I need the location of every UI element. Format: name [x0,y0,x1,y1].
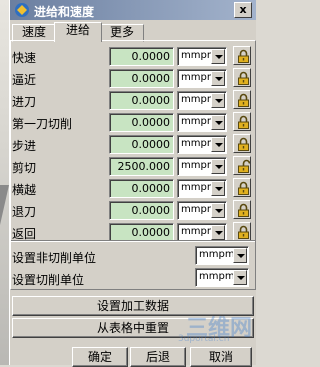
cut-units-row: 设置切削单位 mmpm [11,268,255,288]
feed-row: 第一刀切削 0.0000 mmpm [11,112,255,132]
feed-panel: 快速 0.0000 mmpm 逼近 0.0000 mmpm 进刀 0.0000 mmpm 第一刀切… [10,40,256,290]
cut-units-select[interactable]: mmpm [195,268,249,287]
feed-value-input[interactable]: 0.0000 [109,113,174,132]
lock-icon[interactable] [233,178,251,197]
feed-row: 返回 0.0000 mmpm [11,222,255,242]
feed-value-input[interactable]: 0.0000 [109,179,174,198]
chevron-down-icon[interactable] [233,248,247,263]
feed-row: 逼近 0.0000 mmpm [11,68,255,88]
lock-icon[interactable] [233,90,251,109]
non-cut-units-select[interactable]: mmpm [195,246,249,265]
unlock-icon[interactable] [233,156,251,175]
non-cut-units-value: mmpm [199,249,235,260]
feed-unit-select[interactable]: mmpm [177,47,227,66]
feed-row: 剪切 2500.000 mmpm [11,156,255,176]
feed-row-label: 步进 [12,139,37,153]
separator [11,240,255,242]
chevron-down-icon[interactable] [211,225,225,240]
lock-icon[interactable] [233,68,251,87]
lock-icon[interactable] [233,134,251,153]
feed-row-label: 第一刀切削 [12,117,73,131]
feed-value-input[interactable]: 0.0000 [109,47,174,66]
viewport-shape [0,185,9,225]
cancel-button[interactable]: 取消 [190,347,252,367]
feed-value-input[interactable]: 0.0000 [109,69,174,88]
close-button[interactable]: x [234,2,252,18]
feed-row-label: 逼近 [12,73,37,87]
feed-row: 进刀 0.0000 mmpm [11,90,255,110]
chevron-down-icon[interactable] [211,115,225,130]
feed-row-label: 进刀 [12,95,37,109]
lock-icon[interactable] [233,112,251,131]
feed-value-input[interactable]: 0.0000 [109,201,174,220]
tab-feed[interactable]: 进给 [54,22,102,42]
feed-unit-select[interactable]: mmpm [177,157,227,176]
reset-from-table-button[interactable]: 从表格中重置 [12,318,254,338]
chevron-down-icon[interactable] [211,181,225,196]
feeds-speeds-dialog: 进给和速度 x 速度 进给 更多 快速 0.0000 mmpm 逼近 0.0000 mmp… [9,0,256,367]
feed-row: 快速 0.0000 mmpm [11,46,255,66]
feed-value-input[interactable]: 2500.000 [109,157,174,176]
chevron-down-icon[interactable] [211,159,225,174]
chevron-down-icon[interactable] [211,49,225,64]
chevron-down-icon[interactable] [211,137,225,152]
cut-units-value: mmpm [199,271,235,282]
feed-unit-select[interactable]: mmpm [177,91,227,110]
feed-unit-select[interactable]: mmpm [177,179,227,198]
feed-value-input[interactable]: 0.0000 [109,91,174,110]
feed-row-label: 剪切 [12,161,37,175]
feed-unit-select[interactable]: mmpm [177,69,227,88]
feed-row-label: 退刀 [12,205,37,219]
lock-icon[interactable] [233,46,251,65]
non-cut-units-label: 设置非切削单位 [12,251,97,265]
feed-row: 横越 0.0000 mmpm [11,178,255,198]
feed-unit-select[interactable]: mmpm [177,135,227,154]
title-bar[interactable]: 进给和速度 x [10,0,256,20]
window-title: 进给和速度 [34,5,95,19]
non-cut-units-row: 设置非切削单位 mmpm [11,246,255,266]
feed-unit-select[interactable]: mmpm [177,201,227,220]
lock-icon[interactable] [233,222,251,241]
chevron-down-icon[interactable] [233,270,247,285]
set-machining-data-button[interactable]: 设置加工数据 [12,296,254,316]
feed-row-label: 快速 [12,51,37,65]
ok-button[interactable]: 确定 [72,347,128,367]
lock-icon[interactable] [233,200,251,219]
feed-row: 步进 0.0000 mmpm [11,134,255,154]
feed-row-label: 横越 [12,183,37,197]
chevron-down-icon[interactable] [211,71,225,86]
cut-units-label: 设置切削单位 [12,273,85,287]
app-icon [15,3,29,17]
chevron-down-icon[interactable] [211,203,225,218]
feed-unit-select[interactable]: mmpm [177,113,227,132]
background-viewport [0,0,9,365]
back-button[interactable]: 后退 [130,347,186,367]
tab-strip: 速度 进给 更多 [10,22,256,42]
feed-value-input[interactable]: 0.0000 [109,135,174,154]
chevron-down-icon[interactable] [211,93,225,108]
feed-row: 退刀 0.0000 mmpm [11,200,255,220]
